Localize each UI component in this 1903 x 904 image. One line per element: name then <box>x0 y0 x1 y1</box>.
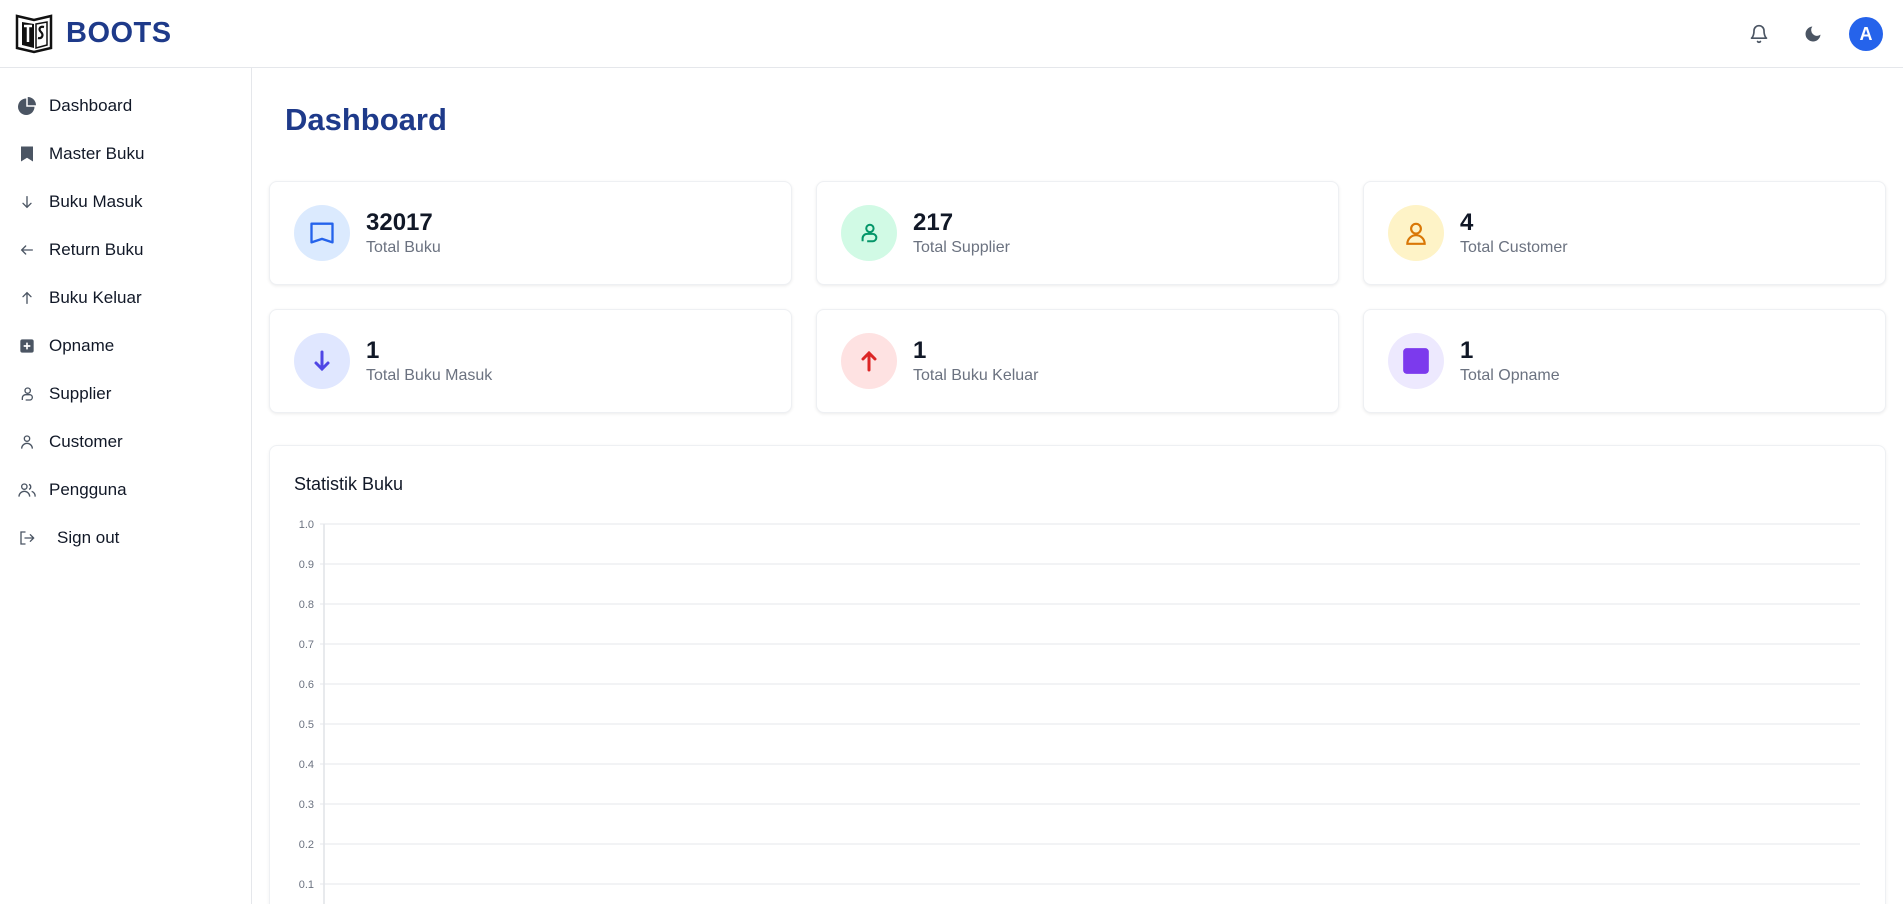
sidebar-item-buku-masuk[interactable]: Buku Masuk <box>0 178 251 226</box>
sidebar-item-sign-out[interactable]: Sign out <box>0 514 251 562</box>
chart-card: Statistik Buku 1.0 0.9 0.8 0.7 0.6 0.5 0.4 0.3 0… <box>269 445 1886 904</box>
stat-label: Total Opname <box>1460 367 1560 384</box>
stat-label: Total Buku Masuk <box>366 367 493 384</box>
stat-card-total-opname[interactable]: 1 Total Opname <box>1363 309 1886 413</box>
stat-label: Total Buku <box>366 239 441 256</box>
arrow-up-icon <box>841 333 897 389</box>
arrow-down-icon <box>294 333 350 389</box>
stat-card-total-buku-masuk[interactable]: 1 Total Buku Masuk <box>269 309 792 413</box>
stat-label: Total Supplier <box>913 239 1010 256</box>
brand[interactable]: BOOTS <box>14 12 172 54</box>
stat-value: 217 <box>913 209 954 236</box>
plus-square-icon <box>18 337 36 355</box>
statistik-buku-chart: 1.0 0.9 0.8 0.7 0.6 0.5 0.4 0.3 0.2 0.1 <box>299 519 1860 904</box>
sidebar-item-label: Master Buku <box>49 144 145 163</box>
stat-card-total-buku[interactable]: 32017 Total Buku <box>269 181 792 285</box>
avatar[interactable]: A <box>1849 17 1883 51</box>
sidebar-item-label: Customer <box>49 432 123 451</box>
y-tick-label: 0.2 <box>299 839 314 851</box>
y-tick-label: 0.9 <box>299 559 314 571</box>
pie-chart-icon <box>18 97 36 115</box>
stat-value: 1 <box>1460 337 1474 364</box>
notification-button[interactable] <box>1741 16 1777 52</box>
y-tick-label: 0.8 <box>299 599 314 611</box>
sidebar-item-label: Opname <box>49 336 115 355</box>
page-title: Dashboard <box>285 102 447 137</box>
user-icon <box>18 433 36 451</box>
stat-label: Total Customer <box>1460 239 1568 256</box>
sidebar-item-label: Dashboard <box>49 96 133 115</box>
sidebar-item-master-buku[interactable]: Master Buku <box>0 130 251 178</box>
y-tick-label: 0.5 <box>299 719 314 731</box>
bell-icon <box>1750 24 1768 44</box>
stat-card-total-supplier[interactable]: 217 Total Supplier <box>816 181 1339 285</box>
stat-card-total-customer[interactable]: 4 Total Customer <box>1363 181 1886 285</box>
stat-value: 32017 <box>366 209 433 236</box>
sidebar-item-label: Buku Masuk <box>49 192 143 211</box>
theme-toggle-button[interactable] <box>1795 16 1831 52</box>
sidebar-item-label: Pengguna <box>49 480 127 499</box>
supplier-icon <box>18 385 36 403</box>
sidebar-item-pengguna[interactable]: Pengguna <box>0 466 251 514</box>
user-icon <box>1388 205 1444 261</box>
stat-label: Total Buku Keluar <box>913 367 1039 384</box>
moon-icon <box>1805 26 1821 42</box>
stat-value: 4 <box>1460 209 1474 236</box>
y-tick-label: 0.1 <box>299 879 314 891</box>
y-tick-label: 0.4 <box>299 759 314 771</box>
stat-value: 1 <box>366 337 380 364</box>
sidebar-item-return-buku[interactable]: Return Buku <box>0 226 251 274</box>
arrow-up-icon <box>18 289 36 307</box>
top-bar: BOOTS A <box>0 0 1903 68</box>
sidebar-item-customer[interactable]: Customer <box>0 418 251 466</box>
users-icon <box>18 481 36 499</box>
y-tick-label: 0.7 <box>299 639 314 651</box>
stat-value: 1 <box>913 337 927 364</box>
sidebar-item-dashboard[interactable]: Dashboard <box>0 82 251 130</box>
supplier-icon <box>841 205 897 261</box>
brand-logo-icon <box>15 14 53 54</box>
arrow-down-icon <box>18 193 36 211</box>
arrow-left-icon <box>18 241 36 259</box>
y-tick-label: 0.6 <box>299 679 314 691</box>
sidebar-item-opname[interactable]: Opname <box>0 322 251 370</box>
sidebar-item-label: Supplier <box>49 384 112 403</box>
stat-card-total-buku-keluar[interactable]: 1 Total Buku Keluar <box>816 309 1339 413</box>
sidebar-item-buku-keluar[interactable]: Buku Keluar <box>0 274 251 322</box>
square-icon <box>1388 333 1444 389</box>
sidebar-item-label: Buku Keluar <box>49 288 142 307</box>
sign-out-icon <box>18 529 36 547</box>
sidebar-item-supplier[interactable]: Supplier <box>0 370 251 418</box>
sidebar: Dashboard Master Buku Buku Masuk Return … <box>0 68 252 904</box>
book-icon <box>294 205 350 261</box>
bookmark-icon <box>18 145 36 163</box>
sidebar-item-label: Sign out <box>57 528 120 547</box>
sidebar-item-label: Return Buku <box>49 240 144 259</box>
y-tick-label: 1.0 <box>299 519 314 531</box>
brand-name: BOOTS <box>66 16 172 49</box>
y-tick-label: 0.3 <box>299 799 314 811</box>
